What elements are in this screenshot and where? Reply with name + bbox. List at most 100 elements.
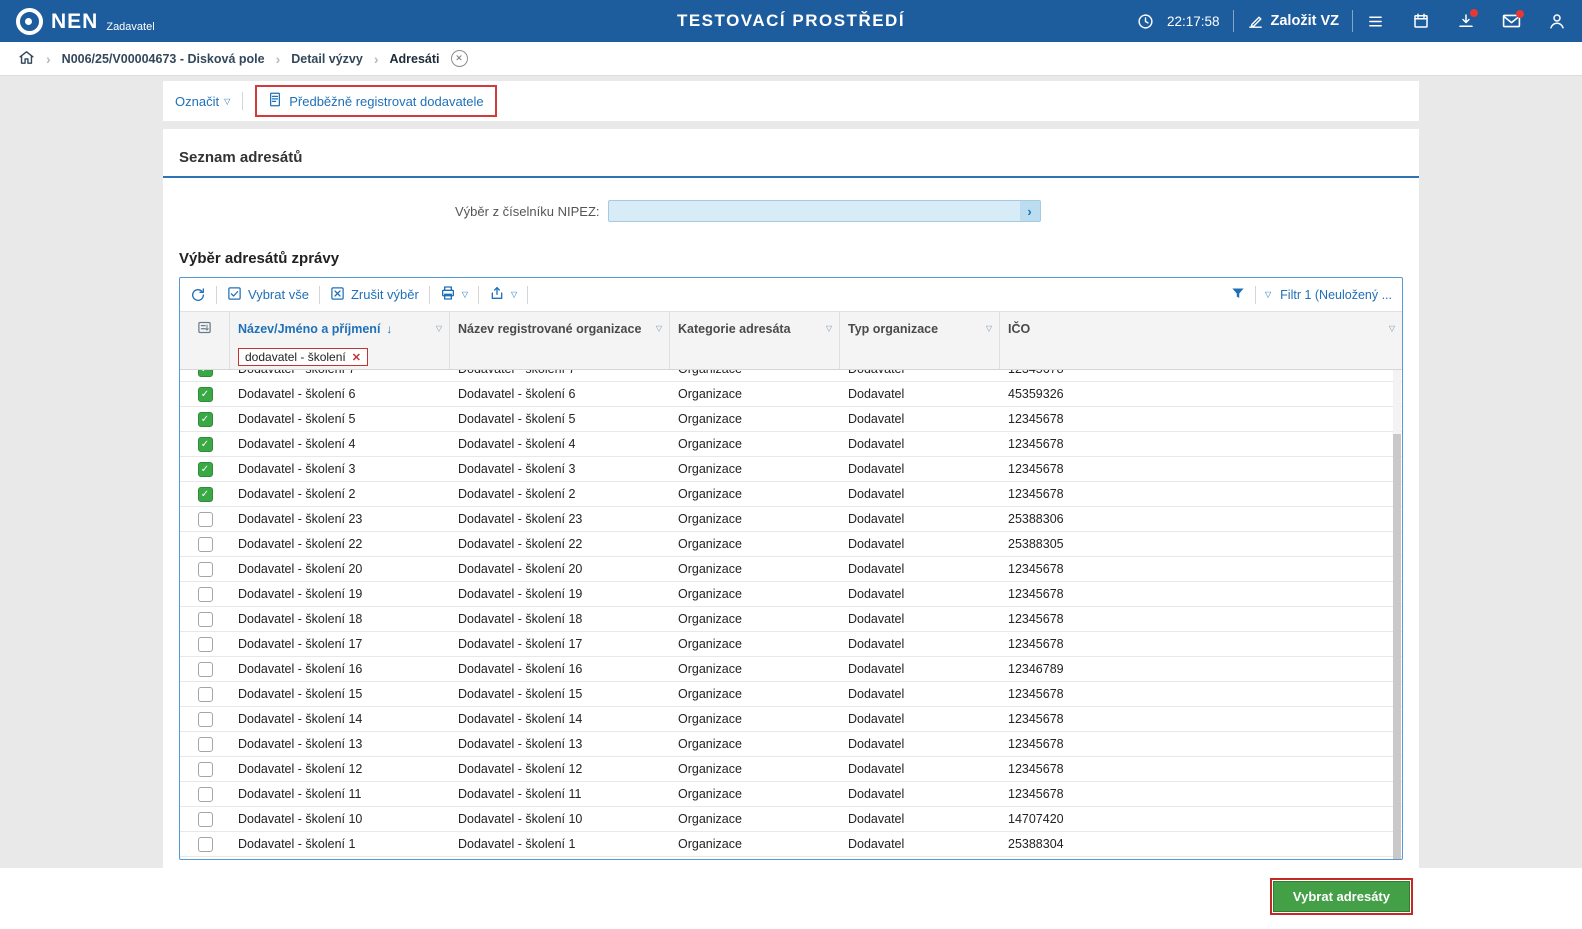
row-checkbox[interactable] <box>197 711 213 727</box>
table-row[interactable]: Dodavatel - školení 12 Dodavatel - škole… <box>180 757 1402 782</box>
preregister-suppliers-button[interactable]: Předběžně registrovat dodavatele <box>255 85 497 117</box>
menu-icon[interactable] <box>1366 13 1385 30</box>
breadcrumb-item-adresati[interactable]: Adresáti <box>390 52 440 66</box>
downloads-icon[interactable] <box>1457 9 1478 30</box>
row-checkbox[interactable]: ✓ <box>197 486 213 502</box>
sort-desc-icon: ↓ <box>386 321 393 336</box>
cell-category: Organizace <box>678 562 742 576</box>
table-row[interactable]: Dodavatel - školení 10 Dodavatel - škole… <box>180 807 1402 832</box>
row-checkbox[interactable]: ✓ <box>197 461 213 477</box>
cell-type: Dodavatel <box>848 687 905 701</box>
cell-category: Organizace <box>678 762 742 776</box>
row-checkbox[interactable] <box>197 561 213 577</box>
row-checkbox[interactable]: ✓ <box>197 370 213 377</box>
row-checkbox[interactable] <box>197 536 213 552</box>
nen-logo[interactable]: NEN Zadavatel <box>16 7 155 35</box>
clear-selection-button[interactable]: Zrušit výběr <box>330 286 419 304</box>
row-checkbox[interactable] <box>197 611 213 627</box>
caret-down-icon[interactable]: ▽ <box>1265 290 1271 299</box>
select-all-button[interactable]: Vybrat vše <box>227 286 309 304</box>
table-row[interactable]: ✓ Dodavatel - školení 6 Dodavatel - škol… <box>180 382 1402 407</box>
table-scrollbar[interactable] <box>1393 370 1401 859</box>
column-filter-icon[interactable]: ▽ <box>826 324 832 333</box>
row-checkbox[interactable]: ✓ <box>197 411 213 427</box>
row-checkbox[interactable] <box>197 586 213 602</box>
table-row[interactable]: Dodavatel - školení 23 Dodavatel - škole… <box>180 507 1402 532</box>
cell-org: Dodavatel - školení 18 <box>458 612 583 626</box>
table-row[interactable]: ✓ Dodavatel - školení 2 Dodavatel - škol… <box>180 482 1402 507</box>
column-type[interactable]: Typ organizace ▽ <box>840 312 1000 369</box>
row-checkbox[interactable] <box>197 836 213 852</box>
table-row[interactable]: Dodavatel - školení 13 Dodavatel - škole… <box>180 732 1402 757</box>
table-row[interactable]: Dodavatel - školení 16 Dodavatel - škole… <box>180 657 1402 682</box>
cell-category: Organizace <box>678 812 742 826</box>
nipez-open-icon[interactable]: › <box>1019 201 1040 221</box>
mark-dropdown[interactable]: Označit ▽ <box>175 94 230 109</box>
breadcrumb-item-procedure[interactable]: N006/25/V00004673 - Disková pole <box>62 52 265 66</box>
table-row[interactable]: ✓ Dodavatel - školení 7 Dodavatel - škol… <box>180 370 1402 382</box>
table-row[interactable]: Dodavatel - školení 22 Dodavatel - škole… <box>180 532 1402 557</box>
cell-org: Dodavatel - školení 11 <box>458 787 582 801</box>
table-row[interactable]: Dodavatel - školení 19 Dodavatel - škole… <box>180 582 1402 607</box>
row-checkbox[interactable] <box>197 761 213 777</box>
table-row[interactable]: Dodavatel - školení 1 Dodavatel - školen… <box>180 832 1402 857</box>
table-row[interactable]: ✓ Dodavatel - školení 5 Dodavatel - škol… <box>180 407 1402 432</box>
row-checkbox[interactable]: ✓ <box>197 386 213 402</box>
cell-org: Dodavatel - školení 3 <box>458 462 576 476</box>
cell-name: Dodavatel - školení 7 <box>230 370 450 376</box>
table-row[interactable]: ✓ Dodavatel - školení 4 Dodavatel - škol… <box>180 432 1402 457</box>
print-button[interactable]: ▽ <box>440 285 468 304</box>
breadcrumb-item-detail[interactable]: Detail výzvy <box>291 52 363 66</box>
filter-funnel-icon[interactable] <box>1230 286 1246 304</box>
cell-ico: 12345678 <box>1008 787 1064 801</box>
cell-category: Organizace <box>678 487 742 501</box>
column-filter-icon[interactable]: ▽ <box>656 324 662 333</box>
cell-org: Dodavatel - školení 7 <box>450 370 670 376</box>
table-row[interactable]: Dodavatel - školení 14 Dodavatel - škole… <box>180 707 1402 732</box>
cell-ico: 12345678 <box>1008 462 1064 476</box>
export-icon <box>489 285 505 304</box>
row-checkbox[interactable] <box>197 661 213 677</box>
row-checkbox[interactable]: ✓ <box>197 436 213 452</box>
preregister-suppliers-label: Předběžně registrovat dodavatele <box>289 93 484 109</box>
column-name[interactable]: Název/Jméno a příjmení ↓ ▽ dodavatel - š… <box>230 312 450 369</box>
column-category[interactable]: Kategorie adresáta ▽ <box>670 312 840 369</box>
nipez-input[interactable]: › <box>607 200 1041 222</box>
cell-org: Dodavatel - školení 4 <box>458 437 576 451</box>
column-name-label[interactable]: Název/Jméno a příjmení <box>238 322 380 336</box>
refresh-icon[interactable] <box>190 287 206 303</box>
table-row[interactable]: Dodavatel - školení 18 Dodavatel - škole… <box>180 607 1402 632</box>
table-row[interactable]: Dodavatel - školení 11 Dodavatel - škole… <box>180 782 1402 807</box>
column-ico[interactable]: IČO ▽ <box>1000 312 1402 369</box>
row-options-icon[interactable] <box>197 320 212 338</box>
scrollbar-thumb[interactable] <box>1393 433 1401 859</box>
row-checkbox[interactable] <box>197 736 213 752</box>
row-checkbox[interactable] <box>197 636 213 652</box>
remove-filter-icon[interactable]: ✕ <box>352 351 361 364</box>
column-filter-icon[interactable]: ▽ <box>986 324 992 333</box>
column-filter-icon[interactable]: ▽ <box>436 324 442 333</box>
cell-type: Dodavatel <box>840 370 1000 376</box>
close-tab-icon[interactable]: ✕ <box>450 50 468 67</box>
row-checkbox[interactable] <box>197 511 213 527</box>
user-icon[interactable] <box>1548 12 1566 30</box>
active-filter-label[interactable]: Filtr 1 (Neuložený ... <box>1280 288 1392 302</box>
column-filter-icon[interactable]: ▽ <box>1389 324 1395 333</box>
select-addressees-button[interactable]: Vybrat adresáty <box>1269 878 1414 915</box>
row-checkbox[interactable] <box>197 811 213 827</box>
row-checkbox[interactable] <box>197 786 213 802</box>
home-icon[interactable] <box>18 49 35 69</box>
export-button[interactable]: ▽ <box>489 285 517 304</box>
toolbar-divider <box>216 285 217 304</box>
table-row[interactable]: Dodavatel - školení 20 Dodavatel - škole… <box>180 557 1402 582</box>
table-row[interactable]: Dodavatel - školení 15 Dodavatel - škole… <box>180 682 1402 707</box>
table-row[interactable]: Dodavatel - školení 17 Dodavatel - škole… <box>180 632 1402 657</box>
row-checkbox[interactable] <box>197 686 213 702</box>
calendar-icon[interactable] <box>1412 12 1430 30</box>
printer-icon <box>440 285 456 304</box>
create-vz-button[interactable]: Založit VZ <box>1247 13 1339 30</box>
column-org[interactable]: Název registrované organizace ▽ <box>450 312 670 369</box>
table-row[interactable]: ✓ Dodavatel - školení 3 Dodavatel - škol… <box>180 457 1402 482</box>
messages-icon[interactable] <box>1502 10 1524 29</box>
cell-org: Dodavatel - školení 13 <box>458 737 583 751</box>
